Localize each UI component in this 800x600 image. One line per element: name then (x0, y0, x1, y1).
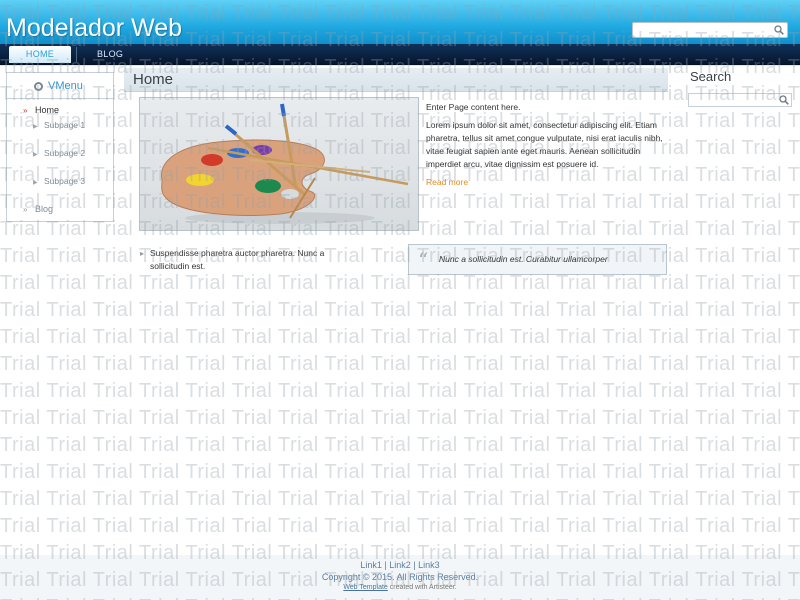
site-title[interactable]: Modelador Web (6, 14, 182, 43)
web-template-link[interactable]: Web Template (343, 584, 388, 591)
intro-title: Enter Page content here. (426, 102, 521, 112)
triangle-icon: ▶ (33, 180, 38, 186)
footer-links: Link1 | Link2 | Link3 (0, 560, 800, 570)
vmenu-link-subpage-3[interactable]: ▶ Subpage 3 (7, 174, 103, 202)
read-more-link[interactable]: Read more (426, 177, 468, 187)
nav-blog[interactable]: BLOG (87, 46, 133, 63)
vmenu-item-subpage-3: ▶ Subpage 3 (7, 174, 113, 202)
vmenu-label: Blog (35, 204, 54, 214)
footer-link-2[interactable]: Link2 (389, 560, 411, 570)
intro-body: Lorem ipsum dolor sit amet, consectetur … (426, 120, 663, 169)
header-search-input[interactable] (633, 23, 768, 37)
vmenu-label: Subpage 3 (44, 176, 86, 186)
header-search-box (632, 22, 788, 38)
triangle-icon: ▶ (33, 152, 38, 158)
paint-palette-illustration (161, 103, 409, 224)
nav-home[interactable]: HOME (9, 46, 71, 63)
content-heading-bar: Home (124, 68, 668, 92)
search-icon[interactable] (779, 95, 789, 107)
vmenu-label: Subpage 1 (44, 120, 86, 130)
vmenu-title: VMenu (48, 80, 83, 92)
footer-separator: | (410, 560, 419, 570)
footer-link-3[interactable]: Link3 (418, 560, 440, 570)
vmenu-label: Subpage 2 (44, 148, 86, 158)
main-area: VMenu » Home ▶ Subpage 1 ▶ Subpage 2 ▶ S… (0, 66, 800, 555)
vmenu-item-home: » Home (7, 103, 113, 118)
site-footer: Link1 | Link2 | Link3 Copyright © 2015. … (0, 555, 800, 600)
vmenu-list: » Home ▶ Subpage 1 ▶ Subpage 2 ▶ Subpage… (7, 99, 113, 217)
search-icon[interactable] (774, 25, 784, 37)
credit-suffix: created with Artisteer. (387, 584, 457, 591)
credit-text: Web Template created with Artisteer. (0, 584, 800, 591)
intro-text: Enter Page content here. Lorem ipsum dol… (426, 101, 666, 194)
vmenu-link-blog[interactable]: » Blog (7, 202, 113, 217)
vmenu-link-home[interactable]: » Home (7, 103, 113, 118)
blockquote: “ Nunc a sollicitudin est. Curabitur ull… (408, 244, 667, 275)
vmenu-link-subpage-2[interactable]: ▶ Subpage 2 (7, 146, 103, 174)
vmenu-item-subpage-2: ▶ Subpage 2 (7, 146, 113, 174)
site-header: Modelador Web (0, 0, 800, 44)
vmenu-item-subpage-1: ▶ Subpage 1 (7, 118, 113, 146)
palette-image (139, 97, 419, 231)
quote-icon: “ (418, 248, 429, 272)
bullet-text: Suspendisse pharetra auctor pharetra. Nu… (150, 248, 325, 271)
main-nav: HOME BLOG (0, 44, 800, 65)
footer-link-1[interactable]: Link1 (360, 560, 382, 570)
nav-divider (76, 47, 77, 62)
vmenu-item-blog: » Blog (7, 202, 113, 217)
bullet-item: ▸ Suspendisse pharetra auctor pharetra. … (140, 247, 362, 273)
sidebar-search-input[interactable] (689, 94, 775, 106)
vmenu: VMenu » Home ▶ Subpage 1 ▶ Subpage 2 ▶ S… (6, 72, 114, 222)
quote-text: Nunc a sollicitudin est. Curabitur ullam… (439, 254, 608, 264)
page-title: Home (133, 71, 174, 88)
sidebar-search-title: Search (690, 69, 732, 84)
sidebar-search-box (688, 93, 792, 107)
circle-icon (34, 82, 43, 91)
copyright-text: Copyright © 2015. All Rights Reserved. (321, 572, 479, 582)
double-arrow-icon: » (23, 106, 28, 115)
bullet-icon: ▸ (140, 249, 145, 258)
vmenu-label: Home (35, 105, 60, 115)
double-arrow-icon: » (23, 205, 28, 214)
vmenu-header: VMenu (7, 73, 113, 99)
vmenu-link-subpage-1[interactable]: ▶ Subpage 1 (7, 118, 103, 146)
triangle-icon: ▶ (33, 124, 38, 130)
